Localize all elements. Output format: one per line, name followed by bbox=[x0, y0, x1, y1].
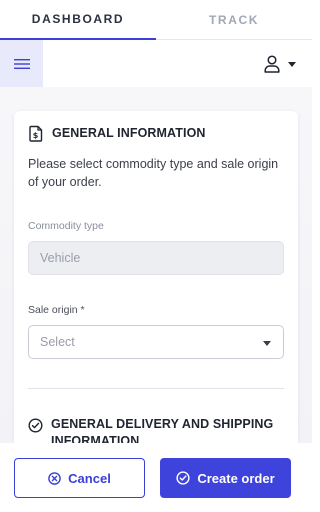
check-circle-icon bbox=[176, 471, 190, 485]
action-footer: Cancel Create order bbox=[0, 443, 312, 512]
commodity-type-field: Vehicle bbox=[28, 241, 284, 275]
toolbar bbox=[0, 40, 312, 87]
section-description: Please select commodity type and sale or… bbox=[28, 157, 279, 189]
section-divider bbox=[28, 388, 284, 389]
caret-down-icon bbox=[288, 61, 296, 67]
commodity-type-label: Commodity type bbox=[28, 220, 104, 232]
commodity-type-value: Vehicle bbox=[40, 251, 81, 265]
section-title-general-information: GENERAL INFORMATION bbox=[52, 126, 206, 140]
cancel-button-label: Cancel bbox=[68, 470, 111, 486]
hamburger-icon bbox=[13, 58, 30, 69]
x-circle-icon bbox=[48, 471, 61, 485]
sale-origin-select[interactable]: Select bbox=[28, 325, 284, 359]
general-information-header: $ GENERAL INFORMATION bbox=[28, 125, 206, 142]
order-form-card: $ GENERAL INFORMATION Please select comm… bbox=[14, 111, 298, 443]
menu-button[interactable] bbox=[0, 40, 43, 87]
create-order-button[interactable]: Create order bbox=[160, 458, 291, 498]
sale-origin-label: Sale origin * bbox=[28, 304, 85, 316]
check-circle-icon bbox=[28, 418, 43, 433]
delivery-section-header: GENERAL DELIVERY AND SHIPPING INFORMATIO… bbox=[28, 416, 286, 443]
svg-text:$: $ bbox=[33, 131, 39, 140]
user-icon bbox=[264, 55, 280, 73]
tab-dashboard[interactable]: DASHBOARD bbox=[0, 0, 156, 40]
sale-origin-placeholder: Select bbox=[40, 335, 75, 349]
content-area: $ GENERAL INFORMATION Please select comm… bbox=[0, 87, 312, 443]
user-menu-button[interactable] bbox=[264, 52, 296, 76]
cancel-button[interactable]: Cancel bbox=[14, 458, 145, 498]
top-tabs: DASHBOARD TRACK bbox=[0, 0, 312, 40]
document-dollar-icon: $ bbox=[28, 125, 44, 142]
section-title-delivery: GENERAL DELIVERY AND SHIPPING INFORMATIO… bbox=[51, 417, 274, 443]
create-order-button-label: Create order bbox=[197, 470, 275, 486]
tab-track[interactable]: TRACK bbox=[156, 0, 312, 40]
chevron-down-icon bbox=[263, 341, 271, 346]
